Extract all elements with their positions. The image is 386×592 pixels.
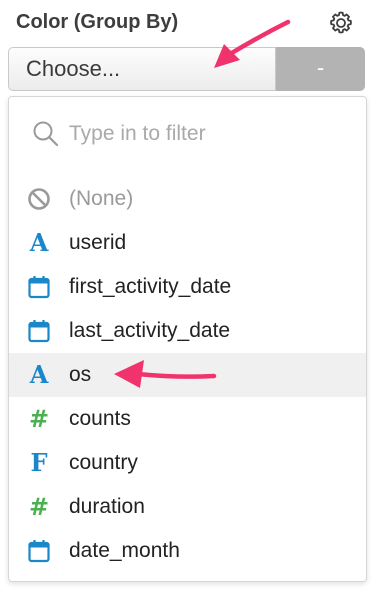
numeric-type-icon: # xyxy=(28,405,50,433)
list-item-label: duration xyxy=(69,495,145,518)
list-item-label: userid xyxy=(69,231,127,254)
none-icon xyxy=(9,187,69,211)
column-dropdown-menu: (None) A userid first_activity_date xyxy=(8,96,367,582)
list-item-first-activity-date[interactable]: first_activity_date xyxy=(9,265,366,309)
character-type-icon: A xyxy=(29,228,49,257)
calendar-icon xyxy=(9,275,69,299)
remove-button[interactable]: - xyxy=(276,47,365,91)
list-item-label: date_month xyxy=(69,539,180,562)
list-item-label: first_activity_date xyxy=(69,275,232,298)
list-item-label: last_activity_date xyxy=(69,319,231,342)
gear-icon[interactable] xyxy=(326,8,356,38)
list-item-os[interactable]: A os xyxy=(9,353,366,397)
list-item-counts[interactable]: # counts xyxy=(9,397,366,441)
character-type-icon: A xyxy=(29,360,49,389)
list-item-none[interactable]: (None) xyxy=(9,177,366,221)
calendar-icon xyxy=(9,539,69,563)
list-item-last-activity-date[interactable]: last_activity_date xyxy=(9,309,366,353)
calendar-icon xyxy=(9,319,69,343)
section-title: Color (Group By) xyxy=(16,11,179,33)
factor-type-icon: F xyxy=(30,448,48,477)
choose-column-button[interactable]: Choose... xyxy=(8,47,276,91)
list-item-duration[interactable]: # duration xyxy=(9,485,366,529)
list-item-label: os xyxy=(69,363,92,386)
list-item-country[interactable]: F country xyxy=(9,441,366,485)
list-item-userid[interactable]: A userid xyxy=(9,221,366,265)
list-item-label: (None) xyxy=(69,187,134,210)
list-item-label: country xyxy=(69,451,138,474)
list-item-label: counts xyxy=(69,407,131,430)
filter-row xyxy=(9,97,366,171)
search-icon xyxy=(33,121,59,147)
column-selector-panel: Color (Group By) Choose... - Type in to … xyxy=(0,0,386,592)
filter-input[interactable] xyxy=(67,115,341,153)
list-item-date-month[interactable]: date_month xyxy=(9,529,366,573)
column-list: (None) A userid first_activity_date last… xyxy=(9,177,366,573)
numeric-type-icon: # xyxy=(28,493,50,521)
